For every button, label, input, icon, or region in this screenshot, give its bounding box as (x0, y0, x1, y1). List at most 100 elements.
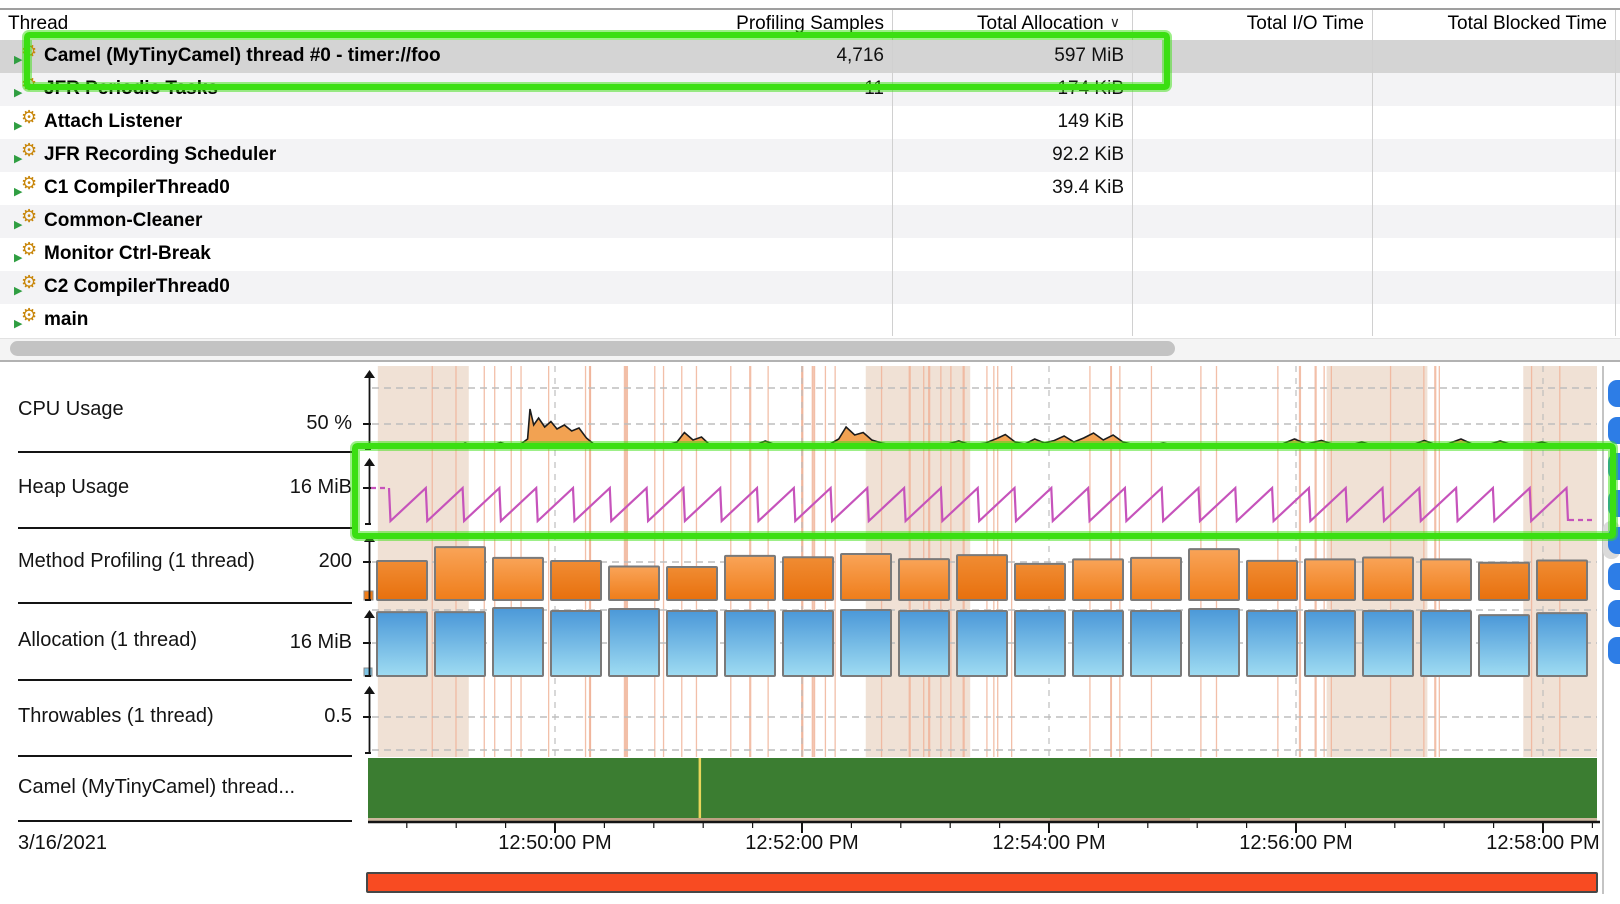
table-row-jfr-periodic-tasks[interactable]: ⚙▶JFR Periodic Tasks11174 KiB (0, 73, 1620, 106)
timeline-range-selector[interactable] (366, 872, 1598, 893)
profiling-samples-value: 11 (864, 78, 884, 100)
thread-table-header: Thread Profiling Samples Total Allocation ∨… (0, 10, 1620, 40)
thread-name: JFR Recording Scheduler (44, 144, 276, 166)
thread-icon: ⚙▶ (14, 109, 42, 137)
thread-icon: ⚙▶ (14, 175, 42, 203)
column-header-total-i-o-time[interactable]: Total I/O Time (1247, 13, 1364, 35)
lane-action-button-3[interactable] (1608, 453, 1620, 480)
play-triangle-icon: ▶ (14, 121, 22, 132)
gear-icon: ⚙ (21, 108, 37, 126)
play-triangle-icon: ▶ (14, 220, 22, 231)
time-tick-label: 12:58:00 PM (1486, 832, 1599, 855)
column-header-thread[interactable]: Thread (8, 13, 68, 35)
lane-separator (18, 755, 352, 757)
table-row-attach-listener[interactable]: ⚙▶Attach Listener149 KiB (0, 106, 1620, 139)
thread-icon: ⚙▶ (14, 274, 42, 302)
time-axis-labels: 12:50:00 PM12:52:00 PM12:54:00 PM12:56:0… (368, 832, 1602, 858)
table-row-c2-compilerthread0[interactable]: ⚙▶C2 CompilerThread0 (0, 271, 1620, 304)
table-row-common-cleaner[interactable]: ⚙▶Common-Cleaner (0, 205, 1620, 238)
lane-action-button-5[interactable] (1608, 527, 1620, 554)
thread-name: C2 CompilerThread0 (44, 276, 230, 298)
lane-separator (18, 451, 352, 453)
sort-desc-icon: ∨ (1110, 14, 1120, 30)
lane-separator (18, 679, 352, 681)
lane-separator (18, 820, 352, 822)
profiling-samples-value: 4,716 (836, 45, 884, 67)
table-row-monitor-ctrl-break[interactable]: ⚙▶Monitor Ctrl-Break (0, 238, 1620, 271)
gear-icon: ⚙ (21, 273, 37, 291)
gear-icon: ⚙ (21, 174, 37, 192)
thread-name: Monitor Ctrl-Break (44, 243, 211, 265)
play-triangle-icon: ▶ (14, 286, 22, 297)
lane-separator (18, 527, 352, 529)
profiler-window: Thread Profiling Samples Total Allocation ∨… (0, 0, 1620, 904)
gear-icon: ⚙ (21, 240, 37, 258)
lane-label-heap-usage: Heap Usage (18, 476, 129, 499)
date-label: 3/16/2021 (18, 832, 107, 855)
lane-action-button-1[interactable] (1608, 380, 1620, 407)
thread-name: Attach Listener (44, 111, 182, 133)
total-allocation-value: 39.4 KiB (1052, 177, 1124, 199)
gear-icon: ⚙ (21, 306, 37, 324)
time-tick-label: 12:56:00 PM (1239, 832, 1352, 855)
thread-icon: ⚙▶ (14, 76, 42, 104)
total-allocation-value: 149 KiB (1057, 111, 1124, 133)
lane-action-button-4[interactable] (1608, 490, 1620, 517)
total-allocation-value: 597 MiB (1054, 45, 1124, 67)
total-allocation-value: 92.2 KiB (1052, 144, 1124, 166)
column-header-total-allocation[interactable]: Total Allocation ∨ (977, 13, 1120, 35)
thread-icon: ⚙▶ (14, 142, 42, 170)
play-triangle-icon: ▶ (14, 88, 22, 99)
lane-action-button-2[interactable] (1608, 417, 1620, 444)
thread-name: C1 CompilerThread0 (44, 177, 230, 199)
thread-icon: ⚙▶ (14, 208, 42, 236)
play-triangle-icon: ▶ (14, 187, 22, 198)
table-row-c1-compilerthread0[interactable]: ⚙▶C1 CompilerThread039.4 KiB (0, 172, 1620, 205)
lane-action-button-8[interactable] (1608, 637, 1620, 664)
thread-icon: ⚙▶ (14, 307, 42, 333)
column-header-profiling-samples[interactable]: Profiling Samples (736, 13, 884, 35)
lane-label-method-profiling-1-thread: Method Profiling (1 thread) (18, 550, 255, 573)
time-tick-label: 12:54:00 PM (992, 832, 1105, 855)
thread-icon: ⚙▶ (14, 43, 42, 71)
lane-axis-tick-label: 16 MiB (290, 631, 352, 654)
panel-right-border (1602, 366, 1604, 894)
lane-axis-tick-label: 16 MiB (290, 476, 352, 499)
column-header-label: Profiling Samples (736, 13, 884, 34)
column-header-label: Total Allocation (977, 13, 1104, 34)
column-header-total-blocked-time[interactable]: Total Blocked Time (1448, 13, 1607, 35)
lane-label-cpu-usage: CPU Usage (18, 398, 124, 421)
thread-icon: ⚙▶ (14, 241, 42, 269)
thread-name: Camel (MyTinyCamel) thread #0 - timer://… (44, 45, 441, 67)
column-header-label: Thread (8, 13, 68, 34)
column-header-label: Total I/O Time (1247, 13, 1364, 34)
gear-icon: ⚙ (21, 75, 37, 93)
thread-table[interactable]: ⚙▶Camel (MyTinyCamel) thread #0 - timer:… (0, 40, 1620, 333)
lane-axis-tick-label: 0.5 (324, 705, 352, 728)
play-triangle-icon: ▶ (14, 55, 22, 66)
play-triangle-icon: ▶ (14, 319, 22, 330)
table-row-main[interactable]: ⚙▶main (0, 304, 1620, 333)
timeline-chart-area[interactable] (368, 366, 1597, 822)
lane-axis-tick-label: 200 (319, 550, 352, 573)
gear-icon: ⚙ (21, 141, 37, 159)
lane-separator (18, 602, 352, 604)
lane-label-allocation-1-thread: Allocation (1 thread) (18, 629, 197, 652)
gear-icon: ⚙ (21, 42, 37, 60)
table-row-camel-mytinycamel-thread-0-timer-foo[interactable]: ⚙▶Camel (MyTinyCamel) thread #0 - timer:… (0, 40, 1620, 73)
lane-label-throwables-1-thread: Throwables (1 thread) (18, 705, 214, 728)
time-tick-label: 12:52:00 PM (745, 832, 858, 855)
table-row-jfr-recording-scheduler[interactable]: ⚙▶JFR Recording Scheduler92.2 KiB (0, 139, 1620, 172)
gear-icon: ⚙ (21, 207, 37, 225)
total-allocation-value: 174 KiB (1057, 78, 1124, 100)
thread-name: main (44, 309, 88, 331)
lane-label-camel-mytinycamel-thread: Camel (MyTinyCamel) thread... (18, 776, 295, 799)
table-hscrollbar-thumb[interactable] (10, 341, 1175, 356)
play-triangle-icon: ▶ (14, 154, 22, 165)
lane-action-button-6[interactable] (1608, 563, 1620, 590)
column-header-label: Total Blocked Time (1448, 13, 1607, 34)
lane-axis-tick-label: 50 % (306, 412, 352, 435)
lane-action-button-7[interactable] (1608, 600, 1620, 627)
thread-name: JFR Periodic Tasks (44, 78, 218, 100)
play-triangle-icon: ▶ (14, 253, 22, 264)
